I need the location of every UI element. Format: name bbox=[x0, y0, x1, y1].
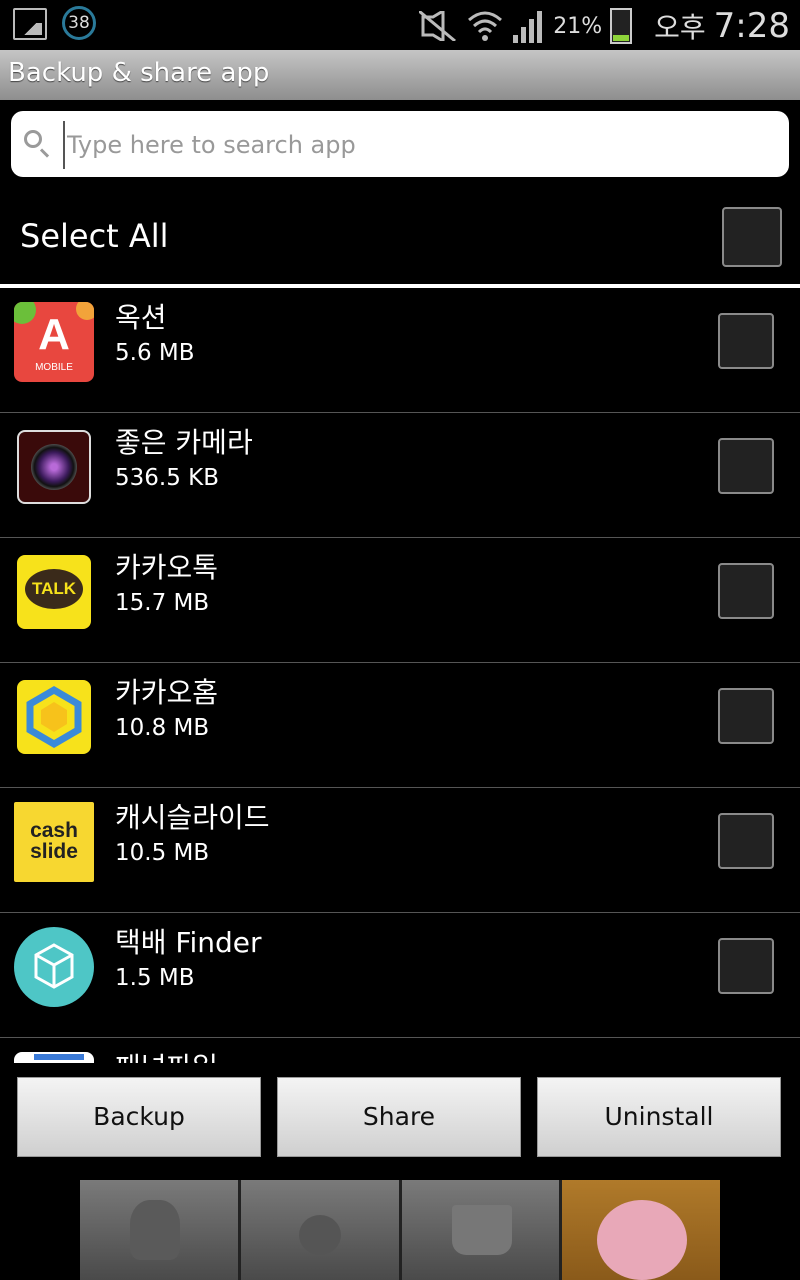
app-name: 옥션 bbox=[115, 301, 167, 334]
app-size: 536.5 KB bbox=[115, 465, 220, 491]
search-box[interactable] bbox=[11, 111, 789, 177]
app-name: 좋은 카메라 bbox=[115, 426, 253, 459]
ampm-label: 오후 bbox=[654, 11, 706, 44]
select-all-checkbox[interactable] bbox=[722, 207, 782, 267]
app-name: 카카오톡 bbox=[115, 551, 219, 584]
list-item[interactable]: 패널파일 bbox=[0, 1038, 800, 1063]
cashslide-text-1: cash bbox=[30, 819, 78, 842]
select-all-row[interactable]: Select All bbox=[0, 190, 800, 284]
battery-icon bbox=[610, 8, 633, 44]
partial-app-icon bbox=[14, 1052, 94, 1063]
uninstall-button[interactable]: Uninstall bbox=[537, 1077, 781, 1157]
app-size: 15.7 MB bbox=[115, 590, 210, 616]
parcel-box-icon bbox=[14, 927, 94, 1007]
app-size: 10.5 MB bbox=[115, 840, 210, 866]
signal-icon bbox=[513, 11, 543, 43]
wifi-icon bbox=[468, 11, 503, 41]
app-name: 택배 Finder bbox=[115, 926, 262, 959]
app-checkbox[interactable] bbox=[718, 438, 774, 494]
ad-banner[interactable] bbox=[80, 1180, 720, 1280]
cow-icon bbox=[562, 1180, 720, 1280]
clock: 7:28 bbox=[713, 6, 790, 46]
app-name: 캐시슬라이드 bbox=[115, 801, 270, 834]
list-item[interactable]: A MOBILE 옥션 5.6 MB bbox=[0, 288, 800, 413]
apple-icon bbox=[240, 1180, 402, 1280]
app-checkbox[interactable] bbox=[718, 938, 774, 994]
bucket-icon bbox=[401, 1180, 563, 1280]
kakaotalk-icon: TALK bbox=[17, 555, 91, 629]
app-name: 카카오홈 bbox=[115, 676, 219, 709]
auction-icon: A MOBILE bbox=[14, 302, 94, 382]
battery-percent: 21% bbox=[553, 13, 603, 39]
app-name: 패널파일 bbox=[115, 1046, 218, 1063]
list-item[interactable]: 택배 Finder 1.5 MB bbox=[0, 913, 800, 1038]
cashslide-icon: cash slide bbox=[14, 802, 94, 882]
app-size: 10.8 MB bbox=[115, 715, 210, 741]
share-button[interactable]: Share bbox=[277, 1077, 521, 1157]
app-size: 1.5 MB bbox=[115, 965, 195, 991]
list-item[interactable]: 카카오홈 10.8 MB bbox=[0, 663, 800, 788]
search-icon bbox=[24, 130, 42, 148]
auction-sub: MOBILE bbox=[35, 362, 73, 373]
select-all-label: Select All bbox=[20, 217, 169, 255]
mute-icon bbox=[419, 11, 457, 41]
app-size: 5.6 MB bbox=[115, 340, 195, 366]
status-bar: 38 21% 오후 7:28 bbox=[0, 0, 800, 50]
ad-character-icon bbox=[80, 1180, 241, 1280]
kakaohome-icon bbox=[17, 680, 91, 754]
cashslide-text-2: slide bbox=[30, 840, 78, 863]
list-item[interactable]: TALK 카카오톡 15.7 MB bbox=[0, 538, 800, 663]
kakaotalk-text: TALK bbox=[31, 579, 77, 598]
app-checkbox[interactable] bbox=[718, 688, 774, 744]
title-bar: Backup & share app bbox=[0, 50, 800, 100]
page-title: Backup & share app bbox=[8, 58, 270, 88]
notification-badge: 38 bbox=[62, 6, 96, 40]
app-list[interactable]: A MOBILE 옥션 5.6 MB 좋은 카메라 536.5 KB TALK … bbox=[0, 288, 800, 1063]
camera-lens-icon bbox=[17, 430, 91, 504]
auction-letter: A bbox=[38, 310, 70, 359]
app-checkbox[interactable] bbox=[718, 813, 774, 869]
app-checkbox[interactable] bbox=[718, 313, 774, 369]
list-item[interactable]: cash slide 캐시슬라이드 10.5 MB bbox=[0, 788, 800, 913]
backup-button[interactable]: Backup bbox=[17, 1077, 261, 1157]
search-input[interactable] bbox=[63, 121, 769, 169]
gallery-icon bbox=[13, 8, 47, 40]
list-item[interactable]: 좋은 카메라 536.5 KB bbox=[0, 413, 800, 538]
action-bar: Backup Share Uninstall bbox=[0, 1063, 800, 1175]
app-checkbox[interactable] bbox=[718, 563, 774, 619]
